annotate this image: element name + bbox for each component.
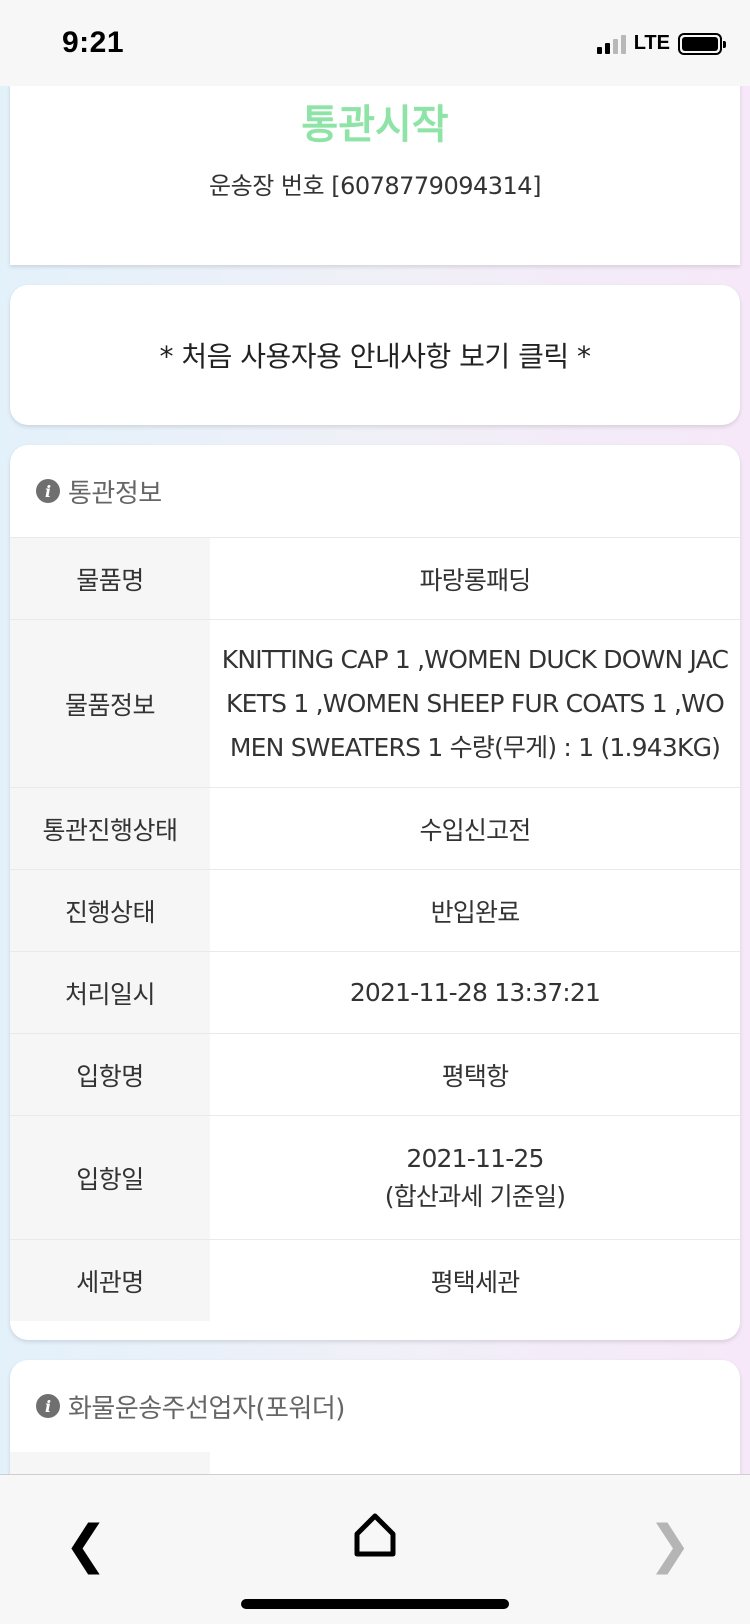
chevron-left-icon[interactable]: ❮ bbox=[64, 1515, 108, 1575]
row-value: 평택항 bbox=[441, 1061, 509, 1091]
arrival-date-note: (합산과세 기준일) bbox=[384, 1181, 566, 1211]
row-label: 처리일시 bbox=[10, 952, 210, 1033]
row-label: 세관명 bbox=[10, 1240, 210, 1321]
row-value: 평택세관 bbox=[430, 1267, 521, 1297]
arrival-date: 2021-11-25 bbox=[406, 1143, 544, 1173]
first-user-guide-button[interactable]: * 처음 사용자용 안내사항 보기 클릭 * bbox=[10, 285, 740, 425]
forwarder-title: 화물운송주선업자(포워더) bbox=[68, 1393, 345, 1424]
home-indicator bbox=[241, 1599, 509, 1609]
row-value: KNITTING CAP 1 ,WOMEN DUCK DOWN JACKETS … bbox=[221, 644, 729, 762]
signal-icon bbox=[596, 34, 626, 54]
info-icon: i bbox=[36, 479, 60, 503]
customs-info-title: 통관정보 bbox=[68, 478, 162, 509]
row-value: 파랑롱패딩 bbox=[419, 565, 531, 595]
table-row: 처리일시 2021-11-28 13:37:21 bbox=[10, 951, 740, 1033]
table-row: 입항일 2021-11-25 (합산과세 기준일) bbox=[10, 1115, 740, 1239]
row-label: 진행상태 bbox=[10, 870, 210, 951]
row-value: 반입완료 bbox=[430, 897, 521, 927]
table-row: 세관명 평택세관 bbox=[10, 1239, 740, 1321]
customs-info-header: i 통관정보 bbox=[10, 445, 740, 537]
status-bar: 9:21 LTE bbox=[0, 0, 750, 86]
table-row: 물품정보 KNITTING CAP 1 ,WOMEN DUCK DOWN JAC… bbox=[10, 619, 740, 787]
table-row: 물품명 파랑롱패딩 bbox=[10, 537, 740, 619]
row-label: 통관진행상태 bbox=[10, 788, 210, 869]
customs-info-card: i 통관정보 물품명 파랑롱패딩 물품정보 KNITTING CAP 1 ,WO… bbox=[10, 445, 740, 1340]
battery-icon bbox=[678, 32, 726, 55]
clearance-status-title: 통관시작 bbox=[301, 102, 449, 148]
table-row: 진행상태 반입완료 bbox=[10, 869, 740, 951]
forwarder-header: i 화물운송주선업자(포워더) bbox=[10, 1360, 740, 1452]
table-row: 통관진행상태 수입신고전 bbox=[10, 787, 740, 869]
row-label: 입항일 bbox=[10, 1116, 210, 1239]
network-type: LTE bbox=[633, 32, 670, 54]
bottom-nav-bar: ❮ ❯ bbox=[0, 1474, 750, 1624]
row-value: 2021-11-25 (합산과세 기준일) bbox=[210, 1116, 740, 1239]
chevron-right-icon[interactable]: ❯ bbox=[648, 1515, 692, 1575]
row-value: 수입신고전 bbox=[419, 815, 531, 845]
row-label: 물품명 bbox=[10, 538, 210, 619]
first-user-guide-label: * 처음 사용자용 안내사항 보기 클릭 * bbox=[159, 340, 591, 373]
row-label: 물품정보 bbox=[10, 620, 210, 787]
waybill-number: 운송장 번호 [6078779094314] bbox=[209, 172, 541, 200]
row-label: 입항명 bbox=[10, 1034, 210, 1115]
row-value: 2021-11-28 13:37:21 bbox=[349, 978, 601, 1007]
home-icon[interactable] bbox=[354, 1513, 396, 1557]
status-time: 9:21 bbox=[62, 26, 125, 59]
status-indicators: LTE bbox=[596, 32, 726, 55]
info-icon: i bbox=[36, 1394, 60, 1418]
table-row: 입항명 평택항 bbox=[10, 1033, 740, 1115]
